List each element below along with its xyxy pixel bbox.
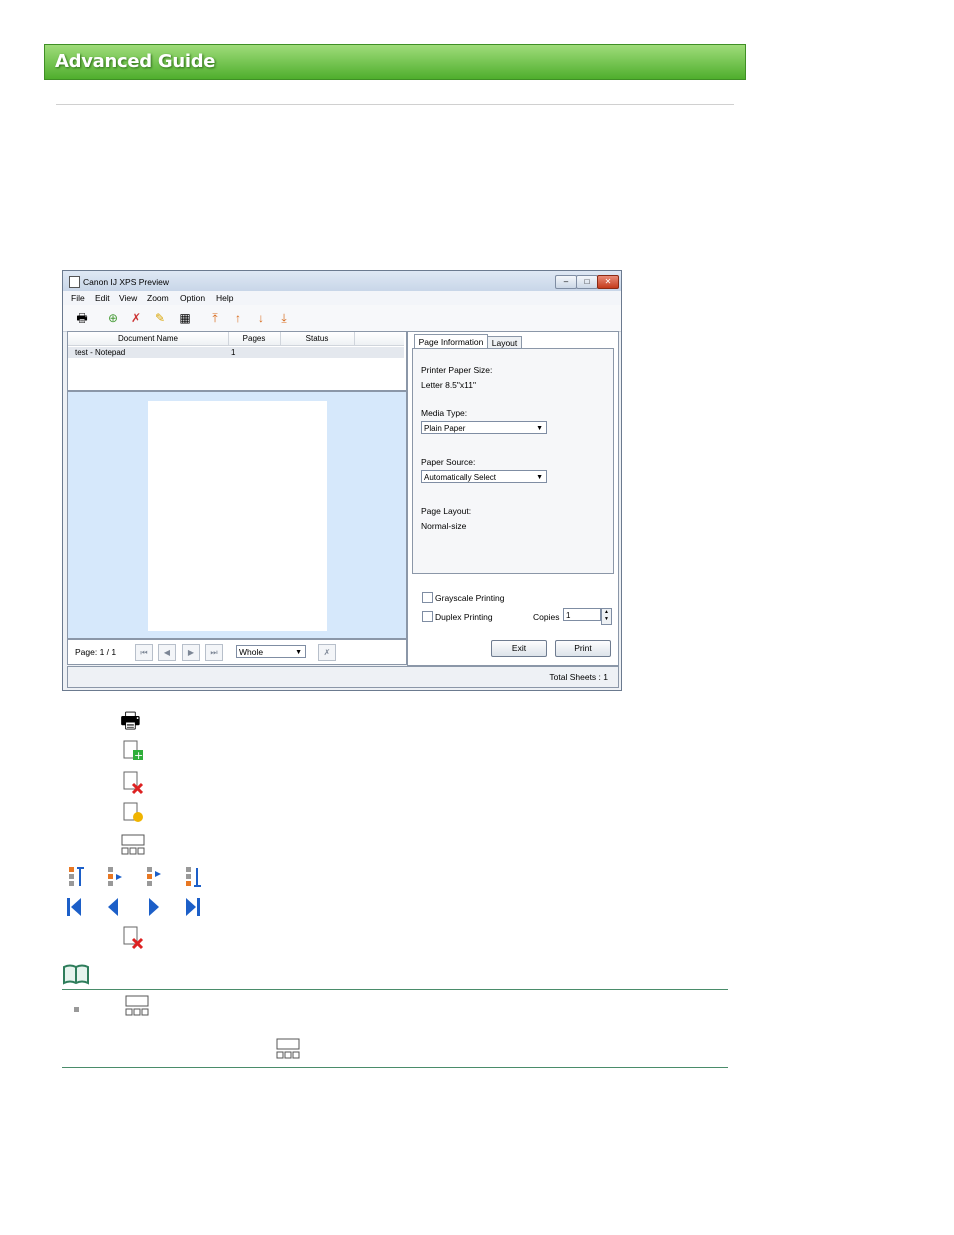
pages-cell: 1 [231,348,236,357]
view-thumbnails-icon [124,993,150,1019]
duplex-checkbox[interactable] [422,611,433,622]
last-page-icon[interactable]: ⏭ [205,644,223,661]
menu-file[interactable]: File [71,293,85,303]
table-row[interactable]: test - Notepad 1 [68,347,404,358]
column-pages[interactable]: Pages [228,334,280,343]
move-last-icon[interactable]: ⤓ [276,310,292,326]
window-title: Canon IJ XPS Preview [83,277,169,287]
exit-button[interactable]: Exit [491,640,547,657]
zoom-value: Whole [239,647,264,657]
close-button[interactable]: ✕ [597,275,619,289]
move-down-icon[interactable]: ↓ [253,310,269,326]
delete-page-icon [120,925,146,951]
previous-page-icon [103,894,129,920]
column-status[interactable]: Status [280,334,354,343]
grayscale-label: Grayscale Printing [435,593,505,603]
view-thumbnails-icon [275,1036,301,1062]
previous-page-icon[interactable]: ◀ [158,644,176,661]
menu-bar: File Edit View Zoom Option Help [63,291,621,305]
copies-label: Copies [533,612,560,622]
toolbar: 🖶 ⊕ ✗ ✎ ▦ ⤒ ↑ ↓ ⤓ [63,305,621,332]
page-title: Advanced Guide [55,51,216,72]
move-up-icon[interactable]: ↑ [230,310,246,326]
next-page-icon[interactable]: ▶ [182,644,200,661]
menu-zoom[interactable]: Zoom [147,293,169,303]
move-down-icon [144,864,170,890]
total-sheets: Total Sheets : 1 [549,672,608,682]
document-list-header: Document Name Pages Status [68,332,404,346]
app-icon [69,276,80,288]
divider [56,104,734,105]
chevron-down-icon: ▼ [295,649,302,656]
menu-option[interactable]: Option [180,293,205,303]
move-up-icon [105,864,131,890]
paper-source-select[interactable]: Automatically Select ▼ [421,470,547,483]
page-layout-value: Normal-size [421,521,467,531]
move-first-icon [66,864,92,890]
print-icon[interactable]: 🖶 [74,310,90,326]
printer-paper-size-label: Printer Paper Size: [421,365,493,375]
print-button[interactable]: Print [555,640,611,657]
page-information-panel: Printer Paper Size: Letter 8.5"x11" Medi… [412,348,614,574]
print-icon: 🖶 [120,708,141,733]
chevron-down-icon: ▼ [536,474,543,481]
title-bar: Canon IJ XPS Preview – □ ✕ [63,271,621,291]
header-banner: Advanced Guide [44,44,746,80]
media-type-value: Plain Paper [424,424,466,433]
status-bar: Total Sheets : 1 [67,666,619,688]
minimize-button[interactable]: – [555,275,577,289]
navigation-bar: Page: 1 / 1 ⏮ ◀ ▶ ⏭ Whole ▼ ✗ [67,639,407,665]
printer-paper-size-value: Letter 8.5"x11" [421,380,477,390]
menu-help[interactable]: Help [216,293,233,303]
media-type-select[interactable]: Plain Paper ▼ [421,421,547,434]
bullet [74,1007,79,1012]
media-type-label: Media Type: [421,408,468,418]
page-indicator: Page: 1 / 1 [75,647,117,657]
menu-edit[interactable]: Edit [95,293,110,303]
page-layout-label: Page Layout: [421,506,472,516]
delete-document-icon[interactable]: ✗ [128,310,144,326]
grayscale-checkbox[interactable] [422,592,433,603]
settings-panel: Page Information Layout Printer Paper Si… [407,331,619,666]
combine-documents-icon[interactable]: ⊕ [105,310,121,326]
document-name-cell: test - Notepad [75,348,126,357]
view-thumbnails-icon[interactable]: ▦ [177,310,193,326]
document-list: Document Name Pages Status test - Notepa… [67,331,407,391]
view-thumbnails-icon [120,832,146,858]
preview-window: Canon IJ XPS Preview – □ ✕ File Edit Vie… [62,270,622,691]
duplex-label: Duplex Printing [435,612,493,622]
first-page-icon[interactable]: ⏮ [135,644,153,661]
paper-source-label: Paper Source: [421,457,476,467]
note-book-icon [62,963,90,985]
tab-page-information[interactable]: Page Information [414,334,488,349]
last-page-icon [183,894,209,920]
chevron-down-icon: ▼ [536,425,543,432]
note-divider [62,989,728,990]
column-separator [354,332,355,345]
menu-view[interactable]: View [119,293,137,303]
column-document-name[interactable]: Document Name [68,334,228,343]
copies-input[interactable]: 1 [563,608,601,621]
copies-spinner[interactable]: ▲ ▼ [601,608,612,625]
combine-documents-icon: + [120,739,146,765]
move-first-icon[interactable]: ⤒ [207,310,223,326]
svg-text:+: + [134,749,143,762]
note-divider [62,1067,728,1068]
preview-page [148,401,327,631]
delete-page-icon[interactable]: ✗ [318,644,336,661]
preview-area [67,391,407,639]
paper-source-value: Automatically Select [424,473,497,482]
move-last-icon [183,864,209,890]
zoom-select[interactable]: Whole ▼ [236,645,306,658]
delete-document-icon [120,770,146,796]
next-page-icon [145,894,171,920]
reset-documents-icon[interactable]: ✎ [152,310,168,326]
maximize-button[interactable]: □ [576,275,598,289]
reset-documents-icon [120,801,146,827]
first-page-icon [64,894,90,920]
